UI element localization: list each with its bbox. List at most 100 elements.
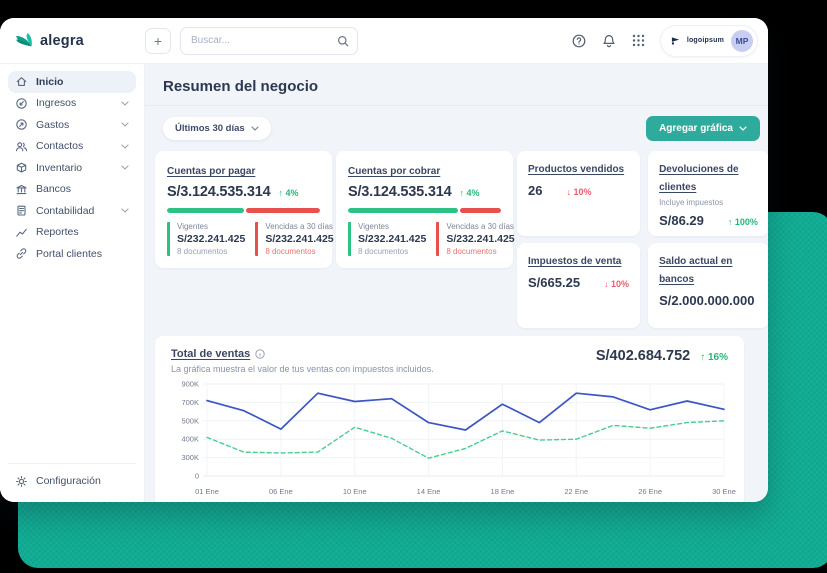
chevron-down-icon — [121, 101, 129, 106]
sidebar-item-contabilidad[interactable]: Contabilidad — [8, 200, 136, 222]
sidebar-footer: Configuración — [8, 462, 136, 493]
aging-bar — [167, 208, 320, 213]
chevron-down-icon — [121, 122, 129, 128]
apps-menu-button[interactable] — [631, 33, 646, 48]
main-content: Resumen del negocio Últimos 30 días Agre… — [145, 64, 768, 502]
svg-text:500K: 500K — [181, 416, 199, 425]
reports-icon — [15, 226, 28, 239]
svg-text:01 Ene: 01 Ene — [195, 487, 219, 496]
accounting-icon — [15, 204, 28, 217]
sub-metric-vigentes: Vigentes S/232.241.425 8 documentos — [167, 222, 245, 256]
card-delta: ↑ 4% — [278, 188, 299, 198]
card-amount: S/3.124.535.314 — [348, 184, 452, 200]
create-new-button[interactable]: + — [145, 27, 171, 54]
chart-title[interactable]: Total de ventas — [171, 348, 250, 360]
card-title[interactable]: Cuentas por pagar — [167, 166, 255, 177]
income-icon — [15, 97, 28, 110]
chart-subtitle: La gráfica muestra el valor de tus venta… — [171, 364, 434, 374]
workspace-logo-icon — [671, 37, 679, 45]
chart-total-value: S/402.684.752 — [595, 348, 691, 364]
sidebar-item-label: Gastos — [36, 118, 70, 131]
card-title[interactable]: Impuestos de venta — [528, 256, 621, 267]
svg-text:900K: 900K — [181, 380, 199, 389]
contacts-icon — [15, 140, 28, 153]
sidebar-item-inventario[interactable]: Inventario — [8, 157, 136, 179]
series-solid — [206, 392, 725, 431]
card-delta: ↑ 100% — [727, 217, 758, 227]
svg-text:30 Ene: 30 Ene — [712, 487, 736, 496]
sidebar: Inicio Ingresos Gastos Contactos Inventa… — [0, 64, 145, 502]
svg-text:22 Ene: 22 Ene — [564, 487, 588, 496]
search-icon — [337, 35, 349, 47]
card-cuentas-por-pagar: Cuentas por pagar S/3.124.535.314 ↑ 4% V… — [155, 151, 334, 268]
sidebar-item-configuracion[interactable]: Configuración — [8, 471, 136, 493]
topbar-actions: logoipsum MP — [571, 24, 758, 57]
gear-icon — [15, 475, 28, 488]
sidebar-item-label: Contabilidad — [36, 204, 95, 217]
card-title[interactable]: Productos vendidos — [528, 164, 624, 175]
workspace-name: logoipsum — [686, 37, 724, 44]
sidebar-item-contactos[interactable]: Contactos — [8, 136, 136, 158]
svg-text:14 Ene: 14 Ene — [417, 487, 441, 496]
card-title[interactable]: Cuentas por cobrar — [348, 166, 440, 177]
screenshot-stage: alegra + Buscar... logoipsum MP Inicio I… — [0, 0, 827, 573]
expenses-icon — [15, 118, 28, 131]
topbar: alegra + Buscar... logoipsum MP — [0, 18, 768, 64]
filter-row: Últimos 30 días Agregar gráfica — [145, 106, 768, 141]
sidebar-item-label: Contactos — [36, 140, 84, 153]
sidebar-item-portal-clientes[interactable]: Portal clientes — [8, 243, 136, 265]
date-range-label: Últimos 30 días — [175, 123, 245, 134]
sidebar-item-label: Ingresos — [36, 97, 77, 110]
sidebar-item-label: Bancos — [36, 183, 72, 196]
app-window: alegra + Buscar... logoipsum MP Inicio I… — [0, 18, 768, 502]
svg-text:06 Ene: 06 Ene — [269, 487, 293, 496]
chevron-down-icon — [121, 144, 129, 149]
card-devoluciones-de-clientes: Devoluciones de clientes Incluye impuest… — [648, 151, 768, 236]
sub-metric-vigentes: Vigentes S/232.241.425 8 documentos — [348, 222, 426, 256]
search-input[interactable] — [189, 34, 337, 47]
chevron-down-icon — [121, 165, 129, 171]
svg-text:18 Ene: 18 Ene — [491, 487, 515, 496]
svg-text:0: 0 — [195, 472, 199, 481]
account-pill[interactable]: logoipsum MP — [659, 24, 758, 57]
sidebar-item-inicio[interactable]: Inicio — [8, 71, 136, 93]
add-chart-button[interactable]: Agregar gráfica — [646, 116, 760, 141]
home-icon — [15, 75, 28, 88]
notifications-button[interactable] — [601, 33, 617, 49]
chevron-down-icon — [121, 208, 129, 214]
chart-total-delta: ↑ 16% — [700, 352, 728, 363]
svg-text:300K: 300K — [181, 453, 199, 462]
svg-text:400K: 400K — [181, 435, 199, 444]
card-delta: ↓ 10% — [566, 187, 592, 197]
card-delta: ↓ 10% — [604, 279, 630, 289]
svg-text:10 Ene: 10 Ene — [343, 487, 367, 496]
sub-metric-vencidas: Vencidas a 30 días S/232.241.425 8 docum… — [436, 222, 515, 256]
date-range-filter[interactable]: Últimos 30 días — [163, 117, 271, 140]
sidebar-item-label: Inventario — [36, 161, 83, 174]
card-cuentas-por-cobrar: Cuentas por cobrar S/3.124.535.314 ↑ 4% … — [336, 151, 515, 268]
info-icon[interactable] — [255, 349, 265, 359]
card-delta: ↑ 4% — [459, 188, 480, 198]
sidebar-item-bancos[interactable]: Bancos — [8, 179, 136, 201]
inventory-icon — [15, 161, 28, 174]
card-saldo-actual-en-bancos: Saldo actual en bancos S/2.000.000.000 — [648, 243, 768, 328]
sidebar-item-gastos[interactable]: Gastos — [8, 114, 136, 136]
avatar[interactable]: MP — [731, 29, 753, 52]
add-chart-label: Agregar gráfica — [659, 123, 733, 134]
card-value: S/86.29 — [659, 213, 704, 228]
card-value: S/665.25 — [528, 275, 581, 290]
card-title[interactable]: Saldo actual en bancos — [659, 256, 732, 285]
svg-text:700K: 700K — [181, 398, 199, 407]
question-circle-icon — [572, 34, 586, 47]
search-box[interactable] — [180, 26, 358, 55]
sidebar-item-label: Inicio — [36, 75, 64, 88]
sidebar-item-reportes[interactable]: Reportes — [8, 222, 136, 244]
client-portal-icon — [15, 247, 28, 260]
help-button[interactable] — [571, 33, 587, 49]
brand-name: alegra — [40, 32, 84, 49]
sidebar-item-label: Reportes — [36, 226, 79, 239]
sidebar-item-ingresos[interactable]: Ingresos — [8, 93, 136, 115]
brand-logo: alegra — [14, 32, 145, 49]
card-title[interactable]: Devoluciones de clientes — [659, 164, 738, 193]
card-subtitle: Incluye impuestos — [659, 198, 724, 207]
